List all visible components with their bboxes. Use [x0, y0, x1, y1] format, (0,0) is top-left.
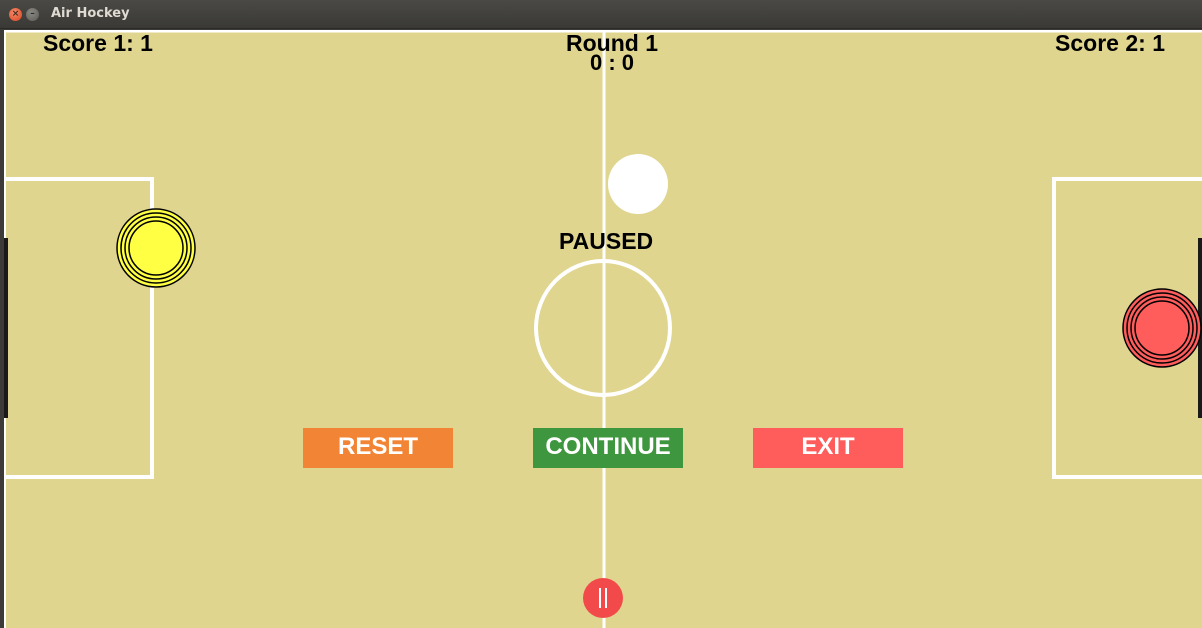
- player1-mallet: [116, 208, 196, 288]
- player2-mallet: [1122, 288, 1202, 368]
- pause-icon-bar: [605, 588, 607, 608]
- title-bar: × – Air Hockey: [0, 0, 1202, 29]
- window-title: Air Hockey: [51, 6, 130, 21]
- pause-icon: [599, 588, 601, 608]
- player2-score: Score 2: 1: [1055, 30, 1165, 56]
- reset-button[interactable]: RESET: [303, 428, 453, 468]
- exit-button[interactable]: EXIT: [753, 428, 903, 468]
- close-icon[interactable]: ×: [9, 8, 22, 21]
- left-goal: [4, 238, 8, 418]
- round-score: 0 : 0: [589, 50, 635, 75]
- player1-score: Score 1: 1: [43, 30, 153, 56]
- rink-markings: [4, 30, 1202, 628]
- pause-button[interactable]: [583, 578, 623, 618]
- continue-button[interactable]: CONTINUE: [533, 428, 683, 468]
- puck: [608, 154, 668, 214]
- hockey-rink: Score 1: 1 Round 1 0 : 0 Score 2: 1 PAUS…: [4, 30, 1202, 628]
- paused-label: PAUSED: [559, 228, 654, 254]
- minimize-icon[interactable]: –: [26, 8, 39, 21]
